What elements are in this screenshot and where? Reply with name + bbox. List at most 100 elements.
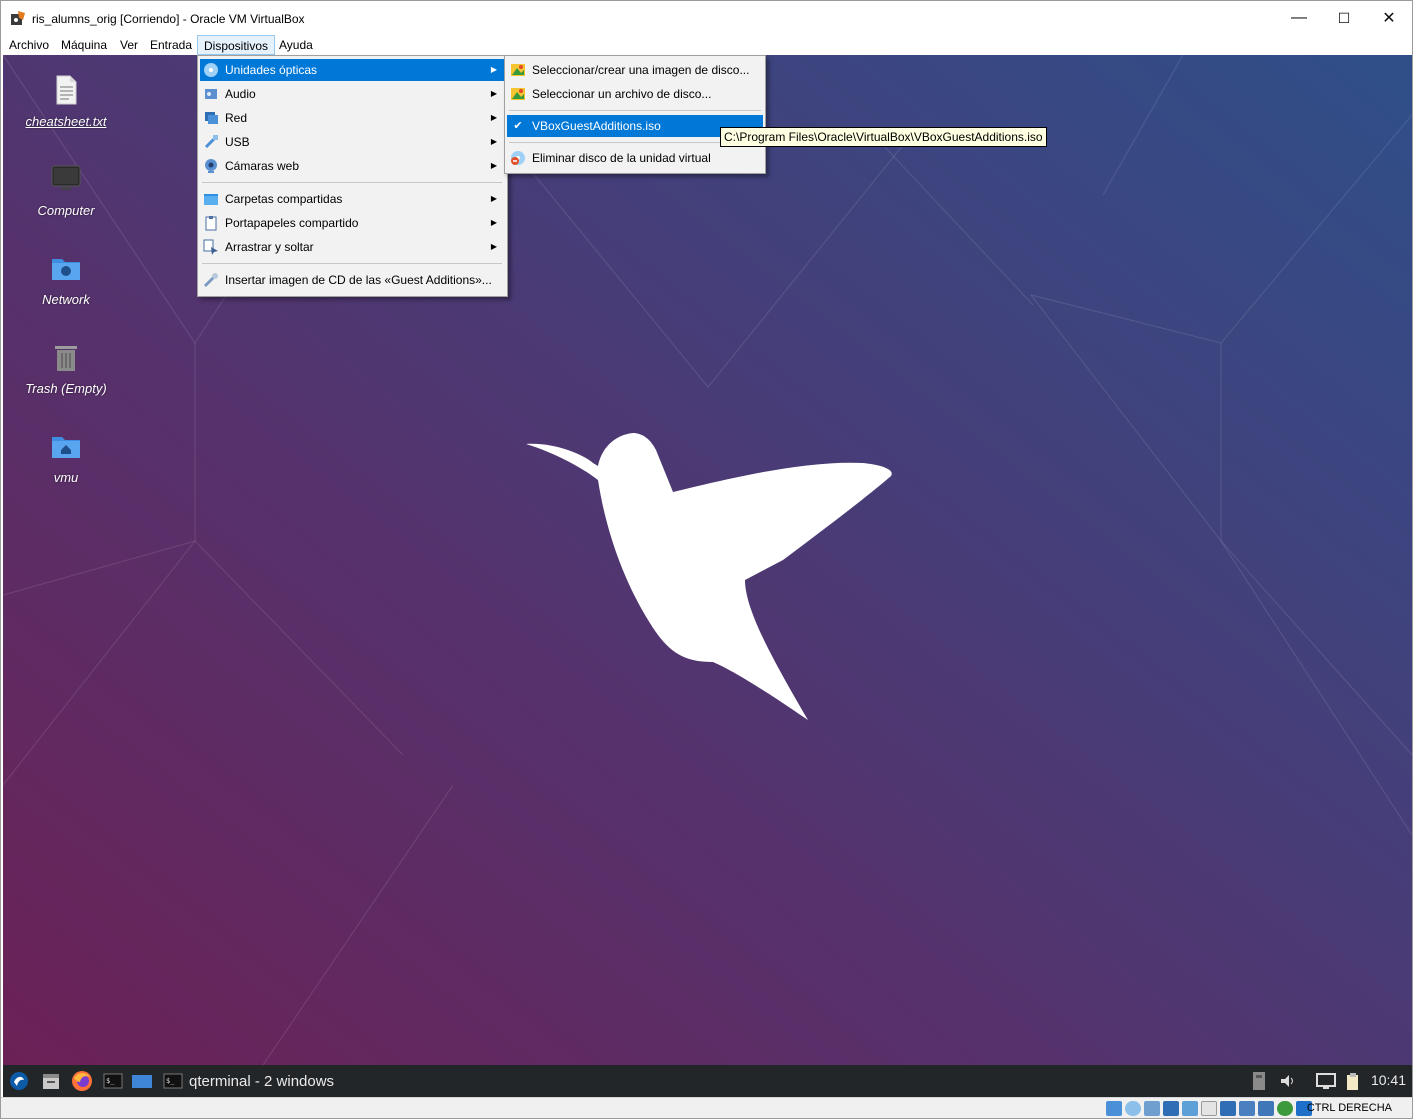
submenu-arrow-icon: ▶ bbox=[490, 65, 497, 74]
firefox-launcher[interactable] bbox=[71, 1069, 93, 1093]
audio-icon bbox=[205, 89, 217, 99]
text-file-icon bbox=[56, 75, 77, 105]
network-status-icon bbox=[1316, 1073, 1336, 1089]
lubuntu-hummingbird-logo bbox=[526, 433, 892, 720]
desktop-icon-trash[interactable]: Trash (Empty) bbox=[21, 340, 111, 396]
menu-item-unidades-opticas[interactable]: Unidades ópticas ▶ bbox=[200, 59, 505, 81]
menu-item-carpetas-compartidas[interactable]: Carpetas compartidas ▶ bbox=[200, 188, 505, 210]
virtualbox-app-icon bbox=[11, 11, 25, 25]
network-folder-icon bbox=[52, 259, 80, 280]
clipboard-icon bbox=[205, 216, 217, 231]
menu-maquina[interactable]: Máquina bbox=[55, 35, 113, 55]
menu-item-insertar-guest-additions[interactable]: Insertar imagen de CD de las «Guest Addi… bbox=[200, 269, 505, 291]
desktop-icon-label: Network bbox=[42, 292, 90, 307]
shared-folders-status-icon[interactable] bbox=[1201, 1101, 1217, 1116]
taskbar-task-label: qterminal - 2 windows bbox=[189, 1072, 335, 1090]
guest-additions-icon bbox=[203, 273, 218, 288]
menu-separator bbox=[202, 263, 502, 264]
display-status-icon[interactable] bbox=[1220, 1101, 1236, 1116]
menu-item-red[interactable]: Red ▶ bbox=[200, 107, 505, 129]
webcam-icon bbox=[205, 159, 217, 173]
desktop-icon-label: Trash (Empty) bbox=[25, 381, 107, 396]
submenu-arrow-icon: ▶ bbox=[490, 113, 497, 122]
virtualbox-window: ris_alumns_orig [Corriendo] - Oracle VM … bbox=[0, 0, 1413, 1119]
trash-icon bbox=[55, 346, 77, 371]
menu-item-audio[interactable]: Audio ▶ bbox=[200, 83, 505, 105]
svg-text:$_: $_ bbox=[166, 1077, 175, 1085]
menu-item-usb[interactable]: USB ▶ bbox=[200, 131, 505, 153]
desktop-icon-label: Computer bbox=[37, 203, 95, 218]
desktop-icon-vmu[interactable]: vmu bbox=[21, 429, 111, 485]
volume-icon bbox=[1281, 1075, 1293, 1087]
host-key-label: CTRL DERECHA bbox=[1306, 1102, 1392, 1114]
usb-icon bbox=[204, 135, 218, 149]
submenu-arrow-icon: ▶ bbox=[490, 89, 497, 98]
network-status-icon[interactable] bbox=[1163, 1101, 1179, 1116]
window-title: ris_alumns_orig [Corriendo] - Oracle VM … bbox=[32, 12, 305, 26]
desktop-icon-label: cheatsheet.txt bbox=[25, 114, 107, 129]
submenu-arrow-icon: ▶ bbox=[490, 194, 497, 203]
menu-dispositivos[interactable]: Dispositivos bbox=[197, 35, 276, 55]
drag-drop-icon bbox=[203, 239, 218, 255]
cpu-status-icon[interactable] bbox=[1258, 1101, 1274, 1116]
menu-item-portapapeles-compartido[interactable]: Portapapeles compartido ▶ bbox=[200, 212, 505, 234]
menu-item-arrastrar-y-soltar[interactable]: Arrastrar y soltar ▶ bbox=[200, 236, 505, 258]
terminal-icon: $_ bbox=[163, 1073, 183, 1089]
file-manager-launcher[interactable] bbox=[41, 1069, 61, 1093]
guest-taskbar: $_ $_ qterminal - 2 windows 10:41 bbox=[3, 1065, 1412, 1097]
submenu-arrow-icon: ▶ bbox=[490, 242, 497, 251]
close-button[interactable]: ✕ bbox=[1366, 1, 1412, 35]
submenu-item-seleccionar-archivo[interactable]: Seleccionar un archivo de disco... bbox=[507, 83, 763, 105]
menu-separator bbox=[202, 182, 502, 183]
disk-file-icon bbox=[511, 88, 525, 100]
desktop-icon-label: vmu bbox=[53, 470, 79, 485]
terminal-launcher[interactable]: $_ bbox=[103, 1069, 123, 1093]
menu-ayuda[interactable]: Ayuda bbox=[273, 35, 319, 55]
show-desktop-icon bbox=[132, 1075, 152, 1088]
desktop-icon-computer[interactable]: Computer bbox=[21, 162, 111, 218]
submenu-item-eliminar-disco[interactable]: Eliminar disco de la unidad virtual bbox=[507, 147, 763, 169]
desktop-icon-cheatsheet[interactable]: cheatsheet.txt bbox=[21, 73, 111, 129]
menu-separator bbox=[509, 110, 761, 111]
computer-icon bbox=[51, 165, 81, 190]
terminal-icon: $_ bbox=[103, 1073, 123, 1089]
firefox-icon bbox=[72, 1071, 92, 1091]
start-menu-button[interactable] bbox=[9, 1069, 29, 1093]
submenu-arrow-icon: ▶ bbox=[490, 218, 497, 227]
menu-item-camaras-web[interactable]: Cámaras web ▶ bbox=[200, 155, 505, 177]
devices-menu: Unidades ópticas ▶ Audio ▶ Red ▶ USB ▶ C… bbox=[197, 55, 508, 297]
usb-status-icon[interactable] bbox=[1182, 1101, 1198, 1116]
desktop-icon-network[interactable]: Network bbox=[21, 251, 111, 307]
vm-status-bar: CTRL DERECHA bbox=[1, 1097, 1412, 1118]
lubuntu-start-icon bbox=[10, 1072, 28, 1090]
optical-drive-status-icon[interactable] bbox=[1125, 1101, 1141, 1116]
tray-network[interactable] bbox=[1315, 1069, 1337, 1093]
tray-clipboard[interactable] bbox=[1343, 1069, 1363, 1093]
menu-entrada[interactable]: Entrada bbox=[144, 35, 198, 55]
taskbar-task-qterminal[interactable]: $_ qterminal - 2 windows bbox=[163, 1069, 334, 1093]
title-bar: ris_alumns_orig [Corriendo] - Oracle VM … bbox=[1, 1, 1412, 35]
clipboard-icon bbox=[1347, 1073, 1358, 1090]
shared-folder-icon bbox=[204, 194, 218, 205]
show-desktop-button[interactable] bbox=[131, 1069, 153, 1093]
menu-ver[interactable]: Ver bbox=[114, 35, 144, 55]
recording-status-icon[interactable] bbox=[1239, 1101, 1255, 1116]
hard-disk-status-icon[interactable] bbox=[1106, 1101, 1122, 1116]
tray-removable-drive[interactable] bbox=[1251, 1069, 1267, 1093]
maximize-button[interactable]: ☐ bbox=[1321, 1, 1367, 35]
network-icon bbox=[205, 112, 218, 124]
removable-drive-icon bbox=[1253, 1072, 1265, 1090]
submenu-arrow-icon: ▶ bbox=[490, 161, 497, 170]
home-folder-icon bbox=[52, 437, 80, 458]
audio-status-icon[interactable] bbox=[1144, 1101, 1160, 1116]
file-manager-icon bbox=[43, 1074, 59, 1089]
optical-drives-submenu: Seleccionar/crear una imagen de disco...… bbox=[504, 55, 766, 174]
eject-disc-icon bbox=[511, 151, 525, 165]
svg-text:$_: $_ bbox=[106, 1077, 115, 1085]
disk-image-icon bbox=[511, 64, 525, 76]
menu-archivo[interactable]: Archivo bbox=[3, 35, 55, 55]
submenu-item-seleccionar-crear-imagen[interactable]: Seleccionar/crear una imagen de disco... bbox=[507, 59, 763, 81]
guest-additions-status-icon[interactable] bbox=[1277, 1101, 1293, 1116]
tray-volume[interactable] bbox=[1279, 1069, 1297, 1093]
minimize-button[interactable]: — bbox=[1276, 1, 1322, 35]
